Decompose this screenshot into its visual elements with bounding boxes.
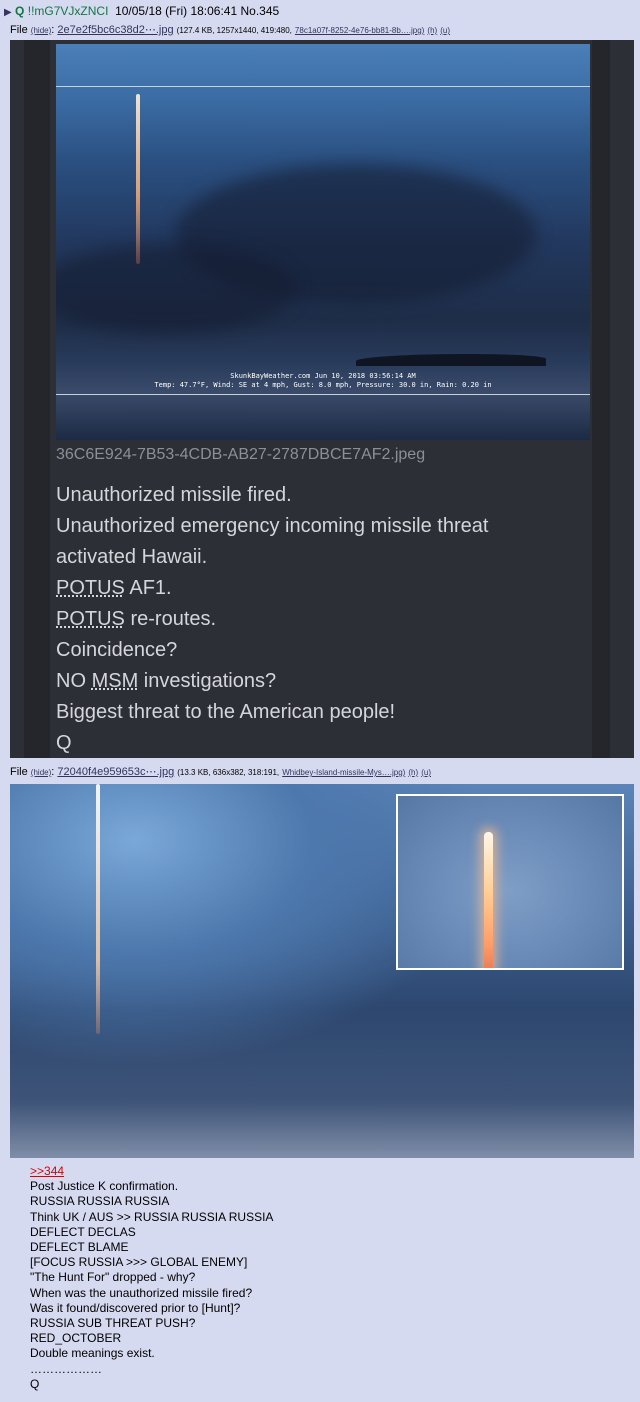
file-meta: (13.3 KB, 636x382, 318:191,	[177, 768, 280, 777]
body-line: [FOCUS RUSSIA >>> GLOBAL ENEMY]	[30, 1255, 248, 1270]
h-link[interactable]: (h)	[408, 768, 418, 777]
poster-name: Q	[15, 4, 25, 18]
landmass	[356, 354, 546, 366]
body-line: ………………	[30, 1361, 102, 1376]
text-line: Unauthorized missile fired.	[56, 484, 292, 506]
missile-closeup	[484, 832, 493, 968]
text-line: activated Hawaii.	[56, 546, 208, 568]
body-line: Think UK / AUS >> RUSSIA RUSSIA RUSSIA	[30, 1209, 274, 1224]
post-header: ▶ Q !!mG7VJxZNCI 10/05/18 (Fri) 18:06:41…	[4, 4, 279, 18]
body-line: DEFLECT DECLAS	[30, 1224, 136, 1239]
original-filename-link[interactable]: 78c1a07f-8252-4e76-bb81-8b….jpg)	[295, 26, 424, 35]
u-link[interactable]: (u)	[440, 26, 450, 35]
tripcode: !!mG7VJxZNCI	[27, 4, 109, 18]
text-line: Q	[56, 732, 72, 754]
body-line: When was the unauthorized missile fired?	[30, 1285, 253, 1300]
potus-word: POTUS	[56, 577, 125, 599]
text-fragment: NO	[56, 670, 92, 692]
post: ▶ Q !!mG7VJxZNCI 10/05/18 (Fri) 18:06:41…	[0, 0, 640, 1402]
screenshot-text: Unauthorized missile fired. Unauthorized…	[56, 480, 488, 758]
text-line: NO MSM investigations?	[56, 666, 488, 697]
quote-link[interactable]: >>344	[30, 1164, 64, 1178]
text-fragment: re-routes.	[124, 608, 217, 630]
post-image-1[interactable]: SkunkBayWeather.com Jun 10, 2018 03:56:1…	[10, 40, 634, 758]
cloud	[56, 244, 296, 334]
photo-border	[56, 394, 590, 395]
post-image-2[interactable]	[10, 784, 634, 1158]
text-line: POTUS AF1.	[56, 573, 488, 604]
post-body: >>344 Post Justice K confirmation. RUSSI…	[30, 1164, 273, 1392]
screenshot-margin	[592, 40, 610, 758]
body-line: RED_OCTOBER	[30, 1331, 122, 1346]
inset-photo	[396, 794, 624, 970]
body-line: RUSSIA RUSSIA RUSSIA	[30, 1194, 170, 1209]
original-filename-link[interactable]: Whidbey-Island-missile-Mys….jpg)	[282, 768, 405, 777]
file-link[interactable]: 2e7e2f5bc6c38d2⋯.jpg	[57, 24, 173, 36]
webcam-photo: SkunkBayWeather.com Jun 10, 2018 03:56:1…	[56, 44, 590, 440]
text-fragment: AF1.	[124, 577, 172, 599]
body-line: Post Justice K confirmation.	[30, 1179, 179, 1194]
text-fragment: investigations?	[138, 670, 277, 692]
post-datetime: 10/05/18 (Fri) 18:06:41	[115, 4, 238, 18]
photo-border	[56, 86, 590, 87]
post-number[interactable]: No.345	[241, 4, 280, 18]
body-line: RUSSIA SUB THREAT PUSH?	[30, 1316, 196, 1331]
missile-trail	[136, 94, 140, 264]
file-info-1: File (hide): 2e7e2f5bc6c38d2⋯.jpg (127.4…	[10, 24, 451, 36]
potus-word: POTUS	[56, 608, 125, 630]
text-line: Unauthorized emergency incoming missile …	[56, 515, 489, 537]
text-line: Biggest threat to the American people!	[56, 701, 396, 723]
body-line: Q	[30, 1376, 40, 1391]
body-line: "The Hunt For" dropped - why?	[30, 1270, 196, 1285]
text-line: POTUS re-routes.	[56, 604, 488, 635]
file-link[interactable]: 72040f4e959653c⋯.jpg	[57, 766, 174, 778]
hide-link[interactable]: (hide)	[31, 768, 51, 777]
hide-link[interactable]: (hide)	[31, 26, 51, 35]
body-line: Double meanings exist.	[30, 1346, 155, 1361]
post-menu-arrow-icon[interactable]: ▶	[4, 7, 12, 18]
missile-trail	[96, 784, 100, 1034]
file-info-2: File (hide): 72040f4e959653c⋯.jpg (13.3 …	[10, 766, 432, 778]
body-line: Was it found/discovered prior to [Hunt]?	[30, 1300, 241, 1315]
ticker-line-1: SkunkBayWeather.com Jun 10, 2018 03:56:1…	[230, 372, 416, 380]
weather-ticker: SkunkBayWeather.com Jun 10, 2018 03:56:1…	[56, 372, 590, 390]
file-label: File	[10, 766, 28, 778]
msm-word: MSM	[91, 670, 139, 692]
u-link[interactable]: (u)	[421, 768, 431, 777]
file-label: File	[10, 24, 28, 36]
image-caption: 36C6E924-7B53-4CDB-AB27-2787DBCE7AF2.jpe…	[56, 446, 426, 463]
file-meta: (127.4 KB, 1257x1440, 419:480,	[176, 26, 292, 35]
body-line: DEFLECT BLAME	[30, 1240, 129, 1255]
text-line: Coincidence?	[56, 639, 178, 661]
screenshot-margin	[24, 40, 50, 758]
ticker-line-2: Temp: 47.7°F, Wind: SE at 4 mph, Gust: 8…	[154, 381, 492, 389]
h-link[interactable]: (h)	[427, 26, 437, 35]
